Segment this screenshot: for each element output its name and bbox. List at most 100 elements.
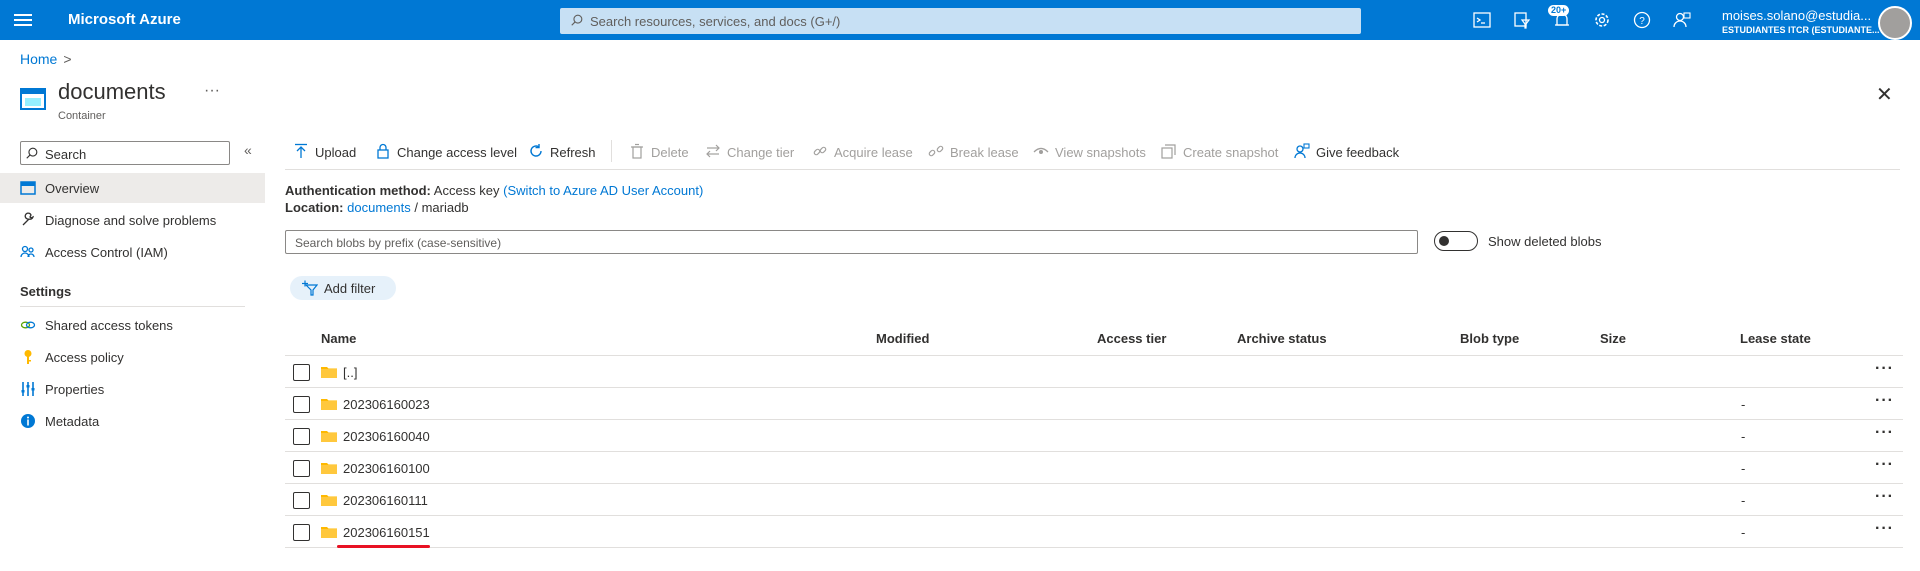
- break-lease-label: Break lease: [950, 145, 1019, 160]
- command-bar-divider: [285, 169, 1900, 170]
- avatar[interactable]: [1878, 6, 1912, 40]
- folder-name[interactable]: [..]: [343, 365, 357, 380]
- properties-icon: [21, 382, 35, 396]
- hamburger-menu-icon[interactable]: [14, 11, 32, 29]
- location-container-link[interactable]: documents: [347, 200, 411, 215]
- table-row[interactable]: 202306160151 - ···: [285, 516, 1903, 548]
- sidebar-item-overview[interactable]: Overview: [0, 173, 265, 203]
- add-filter-label: Add filter: [324, 281, 376, 296]
- row-checkbox[interactable]: [293, 492, 310, 509]
- settings-gear-icon[interactable]: [1592, 10, 1612, 30]
- trash-icon: [631, 143, 643, 159]
- folder-name[interactable]: 202306160111: [343, 493, 428, 508]
- directory-filter-icon[interactable]: [1512, 10, 1532, 30]
- auth-value: Access key: [433, 183, 500, 198]
- blob-prefix-search-input[interactable]: Search blobs by prefix (case-sensitive): [285, 230, 1418, 254]
- switch-auth-link[interactable]: (Switch to Azure AD User Account): [503, 183, 703, 198]
- lease-state: -: [1741, 397, 1746, 412]
- search-icon: [26, 147, 38, 159]
- blob-search-placeholder: Search blobs by prefix (case-sensitive): [295, 236, 502, 250]
- more-options-icon[interactable]: ···: [204, 82, 220, 100]
- red-underline-annotation: [337, 545, 430, 548]
- row-more-icon[interactable]: ···: [1875, 456, 1894, 474]
- row-checkbox[interactable]: [293, 428, 310, 445]
- table-row[interactable]: [..] ···: [285, 356, 1903, 388]
- give-feedback-label: Give feedback: [1316, 145, 1400, 160]
- global-search-placeholder: Search resources, services, and docs (G+…: [590, 14, 841, 29]
- folder-name[interactable]: 202306160151: [343, 525, 430, 540]
- global-search-input[interactable]: Search resources, services, and docs (G+…: [560, 8, 1361, 34]
- refresh-icon: [530, 144, 542, 157]
- row-more-icon[interactable]: ···: [1875, 488, 1894, 506]
- folder-name[interactable]: 202306160100: [343, 461, 430, 476]
- account-directory[interactable]: ESTUDIANTES ITCR (ESTUDIANTE...: [1722, 25, 1880, 35]
- row-more-icon[interactable]: ···: [1875, 424, 1894, 442]
- nav-divider: [20, 306, 245, 307]
- row-more-icon[interactable]: ···: [1875, 392, 1894, 410]
- folder-name[interactable]: 202306160023: [343, 397, 430, 412]
- row-checkbox[interactable]: [293, 396, 310, 413]
- row-more-icon[interactable]: ···: [1875, 360, 1894, 378]
- command-bar: Upload Change access level Refresh Delet…: [285, 140, 1900, 170]
- broken-link-icon: [928, 145, 944, 157]
- column-header-lease-state[interactable]: Lease state: [1740, 331, 1811, 346]
- brand-title[interactable]: Microsoft Azure: [68, 11, 181, 28]
- column-header-modified[interactable]: Modified: [876, 331, 929, 346]
- sidebar-item-diagnose[interactable]: Diagnose and solve problems: [0, 205, 265, 235]
- filter-add-icon: [302, 280, 318, 296]
- help-icon[interactable]: ?: [1632, 10, 1652, 30]
- account-name[interactable]: moises.solano@estudia...: [1722, 8, 1871, 23]
- row-checkbox[interactable]: [293, 364, 310, 381]
- table-row[interactable]: 202306160040 - ···: [285, 420, 1903, 452]
- delete-label: Delete: [651, 145, 689, 160]
- close-icon[interactable]: ✕: [1876, 82, 1893, 107]
- swap-arrows-icon: [706, 144, 720, 158]
- sidebar-item-label: Diagnose and solve problems: [45, 213, 217, 228]
- wrench-icon: [22, 212, 35, 226]
- table-row[interactable]: 202306160100 - ···: [285, 452, 1903, 484]
- table-row[interactable]: 202306160111 - ···: [285, 484, 1903, 516]
- lease-state: -: [1741, 493, 1746, 508]
- row-checkbox[interactable]: [293, 460, 310, 477]
- auth-label: Authentication method:: [285, 183, 431, 198]
- nav-search-input[interactable]: Search: [20, 141, 230, 165]
- refresh-label: Refresh: [550, 145, 596, 160]
- cloud-shell-icon[interactable]: [1472, 10, 1492, 30]
- sidebar-item-shared-access-tokens[interactable]: Shared access tokens: [0, 310, 265, 340]
- lease-state: -: [1741, 461, 1746, 476]
- column-header-archive-status[interactable]: Archive status: [1237, 331, 1327, 346]
- sidebar-item-access-policy[interactable]: Access policy: [0, 342, 265, 372]
- folder-icon: [321, 495, 337, 506]
- add-filter-button[interactable]: Add filter: [290, 276, 396, 300]
- upload-label: Upload: [315, 145, 357, 160]
- sidebar-item-label: Properties: [45, 382, 105, 397]
- sidebar-item-iam[interactable]: Access Control (IAM): [0, 237, 265, 267]
- sidebar-item-properties[interactable]: Properties: [0, 374, 265, 404]
- key-icon: [24, 350, 32, 364]
- snapshot-icon: [1161, 144, 1176, 159]
- change-access-label: Change access level: [397, 145, 517, 160]
- lock-icon: [377, 143, 389, 159]
- show-deleted-blobs-toggle[interactable]: [1434, 231, 1478, 251]
- feedback-icon[interactable]: [1672, 10, 1692, 30]
- row-checkbox[interactable]: [293, 524, 310, 541]
- show-deleted-blobs-label: Show deleted blobs: [1488, 234, 1602, 249]
- authentication-method: Authentication method: Access key (Switc…: [285, 183, 703, 198]
- breadcrumb-home-link[interactable]: Home: [20, 51, 57, 67]
- sidebar-item-label: Overview: [45, 181, 100, 196]
- column-header-size[interactable]: Size: [1600, 331, 1626, 346]
- location: Location: documents / mariadb: [285, 200, 469, 215]
- column-header-access-tier[interactable]: Access tier: [1097, 331, 1166, 346]
- row-more-icon[interactable]: ···: [1875, 520, 1894, 538]
- sidebar-item-label: Access policy: [45, 350, 124, 365]
- change-tier-label: Change tier: [727, 145, 795, 160]
- column-header-blob-type[interactable]: Blob type: [1460, 331, 1519, 346]
- location-label: Location:: [285, 200, 344, 215]
- collapse-nav-icon[interactable]: «: [244, 142, 252, 158]
- table-row[interactable]: 202306160023 - ···: [285, 388, 1903, 420]
- column-header-name[interactable]: Name: [321, 331, 356, 346]
- sidebar-item-label: Metadata: [45, 414, 100, 429]
- folder-icon: [321, 399, 337, 410]
- sidebar-item-metadata[interactable]: Metadata: [0, 406, 265, 436]
- folder-name[interactable]: 202306160040: [343, 429, 430, 444]
